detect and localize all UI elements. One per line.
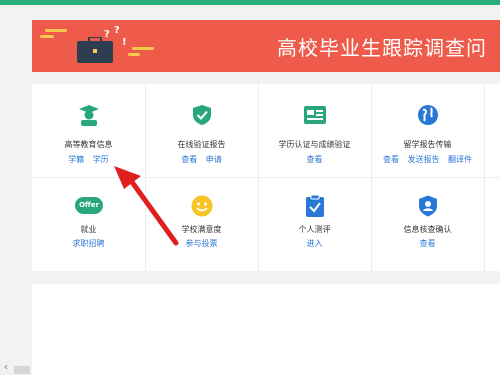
annotation-arrow-icon	[114, 166, 179, 246]
